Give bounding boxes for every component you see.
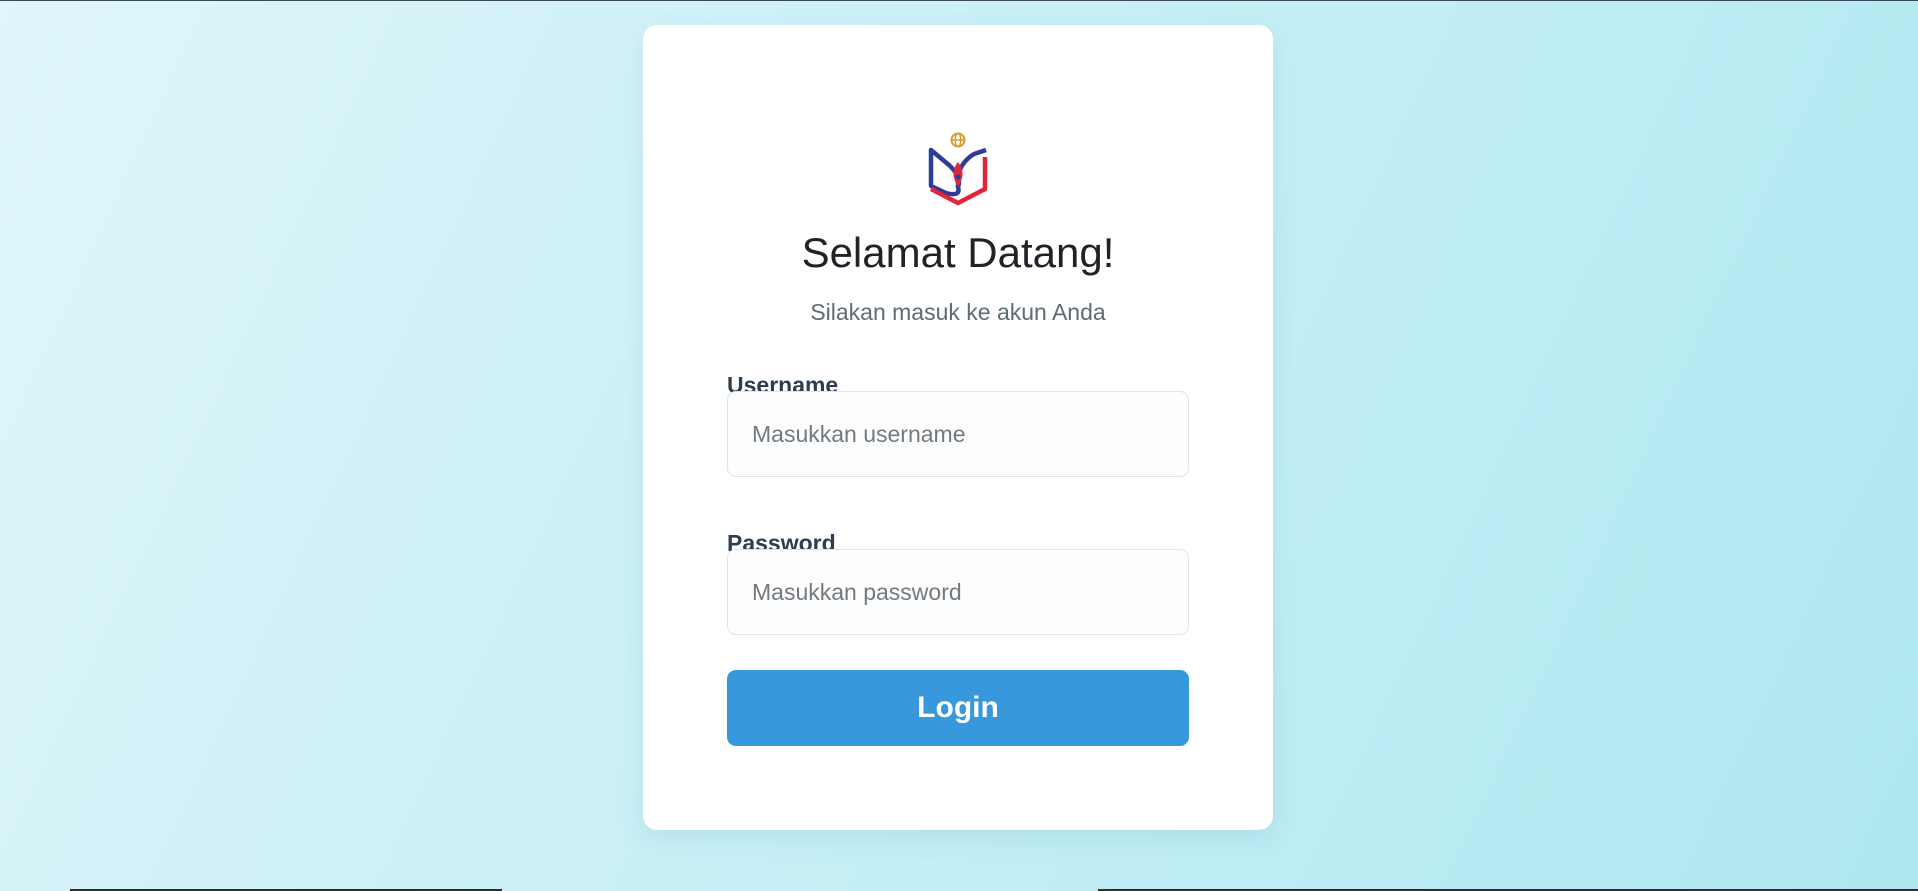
logo-icon [927, 107, 989, 211]
page-subtitle: Silakan masuk ke akun Anda [810, 299, 1106, 325]
password-input[interactable] [727, 549, 1189, 635]
page-title: Selamat Datang! [801, 229, 1115, 276]
login-button[interactable]: Login [727, 670, 1189, 746]
username-input[interactable] [727, 391, 1189, 477]
window-top-border [0, 0, 1918, 1]
login-card: Selamat Datang! Silakan masuk ke akun An… [643, 25, 1273, 830]
globe-icon [950, 132, 966, 148]
